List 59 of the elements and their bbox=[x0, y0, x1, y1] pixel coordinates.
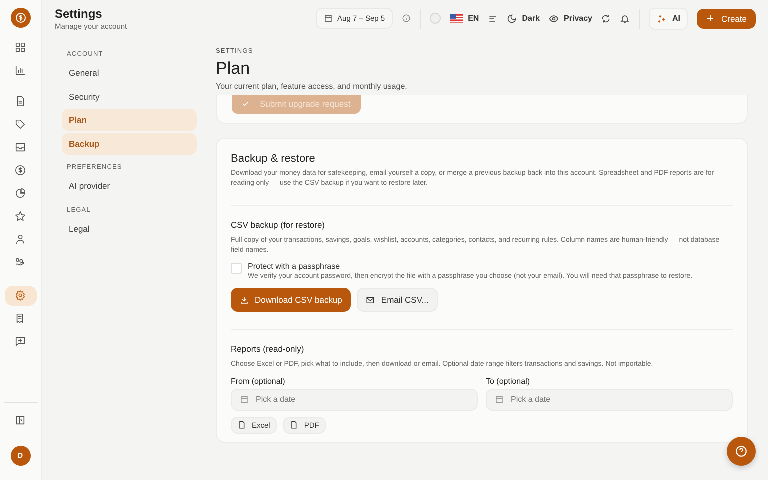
file-icon bbox=[290, 421, 298, 429]
sidebar-toggle-icon bbox=[15, 415, 26, 426]
star-icon bbox=[15, 211, 26, 222]
file-icon bbox=[238, 421, 246, 429]
mail-icon bbox=[366, 296, 376, 304]
passphrase-checkbox[interactable] bbox=[231, 263, 242, 274]
bell-icon[interactable] bbox=[620, 14, 630, 24]
flag-icon bbox=[450, 14, 464, 23]
language-button[interactable]: EN bbox=[450, 14, 480, 23]
settings-nav-item[interactable]: Legal bbox=[62, 218, 197, 240]
tag-icon bbox=[15, 119, 26, 130]
settings-nav-item[interactable]: Plan bbox=[62, 109, 197, 131]
date-field[interactable]: Pick a date bbox=[486, 388, 733, 410]
section-title: Plan bbox=[216, 59, 252, 79]
email-button[interactable]: Email CSV... bbox=[357, 288, 438, 312]
settings-nav-item[interactable]: General bbox=[62, 62, 197, 84]
settings-nav-item[interactable]: Backup bbox=[62, 132, 197, 154]
bar-chart-icon bbox=[15, 65, 26, 76]
grid-icon bbox=[15, 42, 26, 53]
dark-mode-button[interactable]: Dark bbox=[507, 14, 540, 24]
subsection-title: Reports (read-only) bbox=[231, 344, 306, 354]
menu-icon[interactable] bbox=[488, 14, 498, 24]
create-button[interactable]: Create bbox=[697, 8, 756, 28]
section-subtitle: Your current plan, feature access, and monthly usage. bbox=[216, 82, 408, 91]
hand-coins-icon bbox=[15, 257, 26, 268]
download-icon bbox=[240, 296, 249, 304]
calendar-icon bbox=[495, 394, 504, 404]
check-icon bbox=[242, 100, 250, 108]
checkbox-label: Protect with a passphrase bbox=[248, 262, 342, 271]
ai-button[interactable]: AI bbox=[649, 8, 688, 30]
refresh-icon[interactable] bbox=[601, 14, 612, 24]
page-title: Settings bbox=[55, 6, 104, 20]
card-title: Backup & restore bbox=[231, 153, 316, 165]
download-button[interactable]: Download CSV backup bbox=[231, 288, 352, 312]
settings-button[interactable] bbox=[4, 286, 36, 306]
date-field[interactable]: Pick a date bbox=[231, 388, 478, 410]
settings-nav-item[interactable]: AI provider bbox=[62, 175, 197, 197]
privacy-button[interactable]: Privacy bbox=[549, 14, 592, 24]
inbox-icon bbox=[15, 142, 26, 153]
sparkle-icon bbox=[657, 14, 668, 24]
eye-icon bbox=[549, 14, 560, 24]
subsection-title: CSV backup (for restore) bbox=[231, 220, 326, 230]
calendar-icon bbox=[324, 14, 333, 23]
pie-chart-icon bbox=[15, 188, 26, 199]
document-icon bbox=[15, 96, 26, 107]
dollar-logo-icon bbox=[10, 8, 30, 28]
receipt-icon bbox=[15, 313, 26, 324]
help-icon bbox=[735, 445, 748, 458]
moon-icon bbox=[507, 14, 518, 24]
message-plus-icon bbox=[15, 336, 26, 347]
user-icon bbox=[15, 234, 26, 245]
plus-icon bbox=[706, 14, 716, 23]
info-icon[interactable] bbox=[402, 14, 412, 23]
field-label: To (optional) bbox=[486, 376, 532, 386]
field-label: From (optional) bbox=[231, 376, 286, 386]
help-button[interactable] bbox=[727, 437, 756, 466]
settings-nav-item[interactable]: Security bbox=[62, 86, 197, 108]
calendar-icon bbox=[240, 394, 249, 404]
settings-icon bbox=[15, 290, 26, 301]
